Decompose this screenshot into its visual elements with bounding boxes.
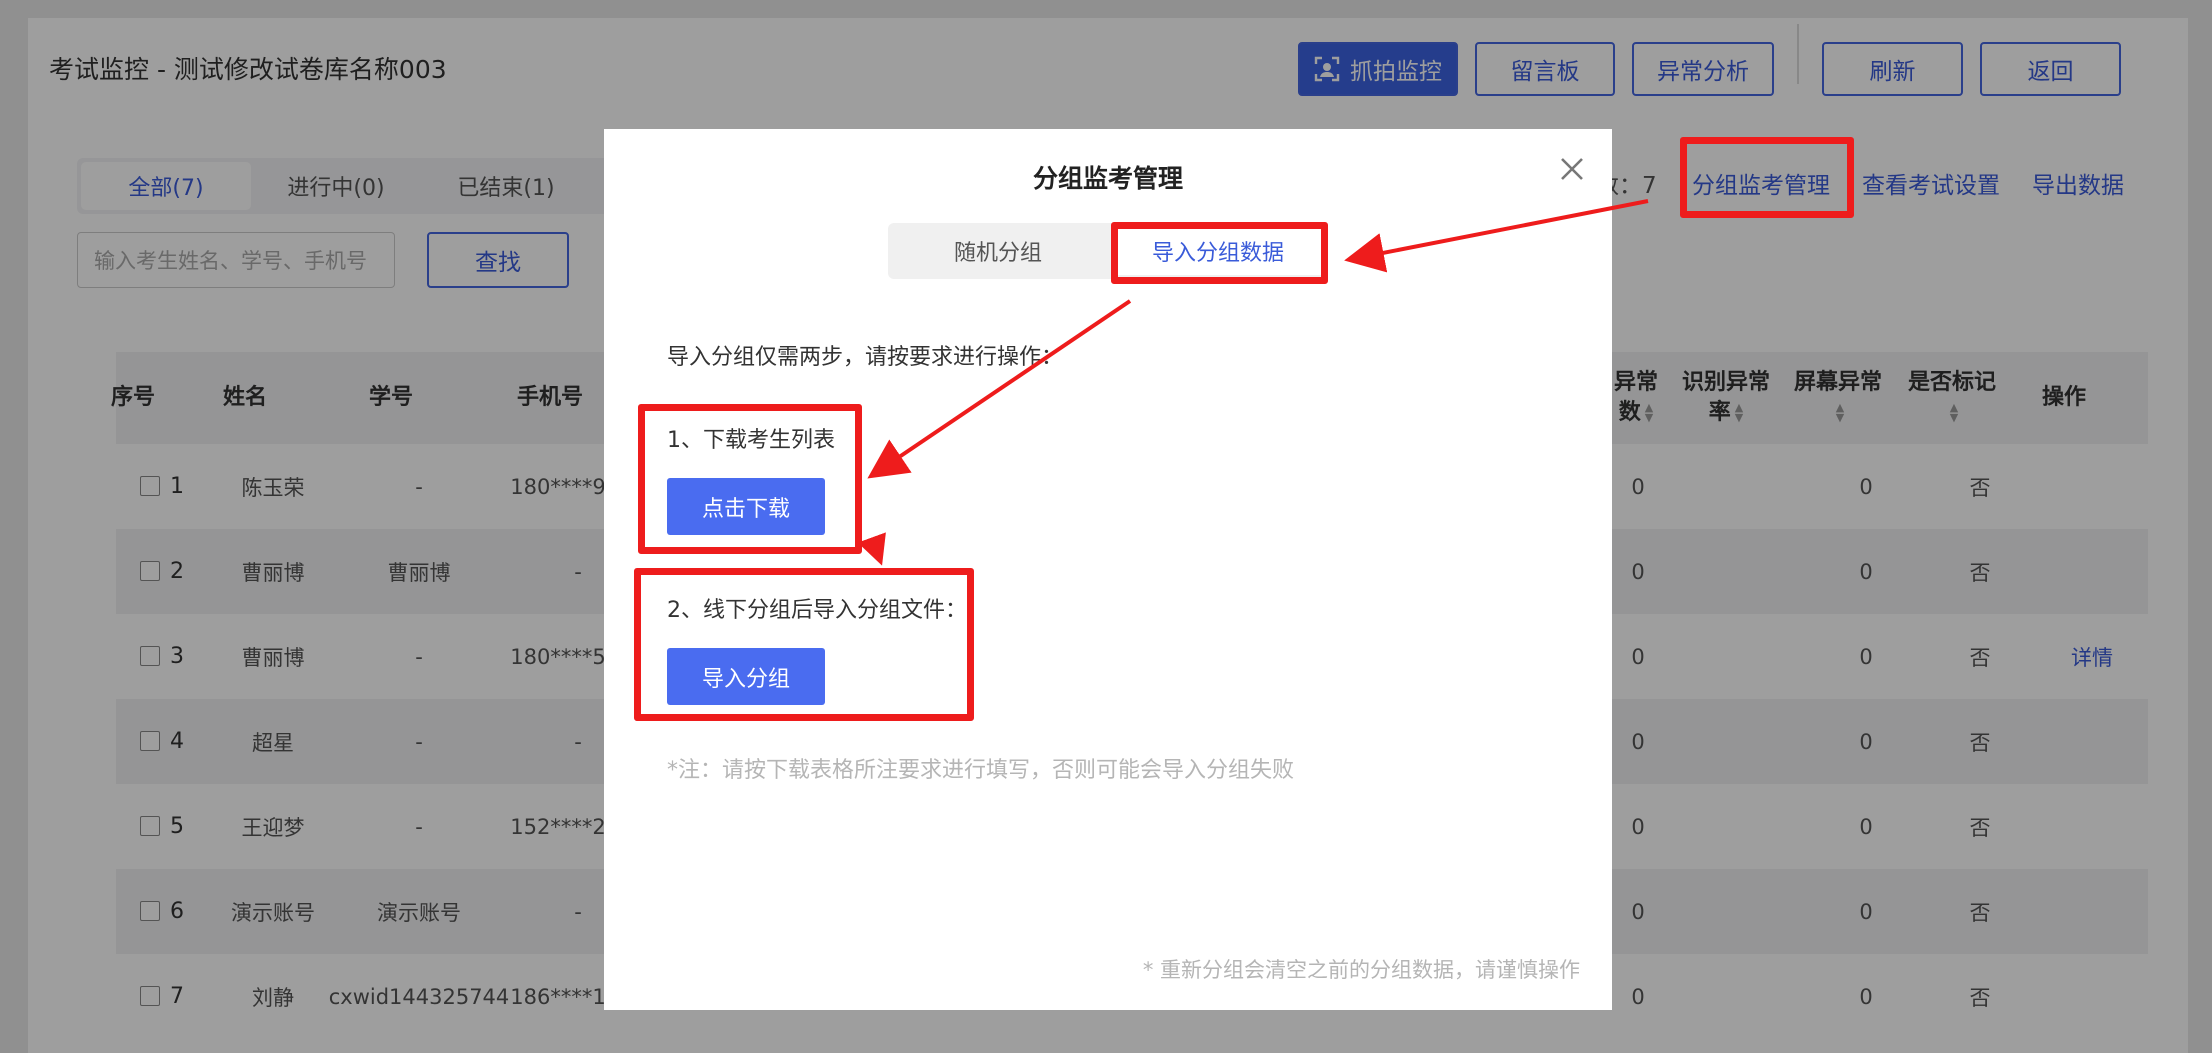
arrow-to-import-tab [1344, 199, 1649, 273]
annotation-arrows [857, 199, 1649, 566]
arrow-to-step1 [867, 299, 1132, 479]
arrow-to-step2 [857, 532, 886, 566]
